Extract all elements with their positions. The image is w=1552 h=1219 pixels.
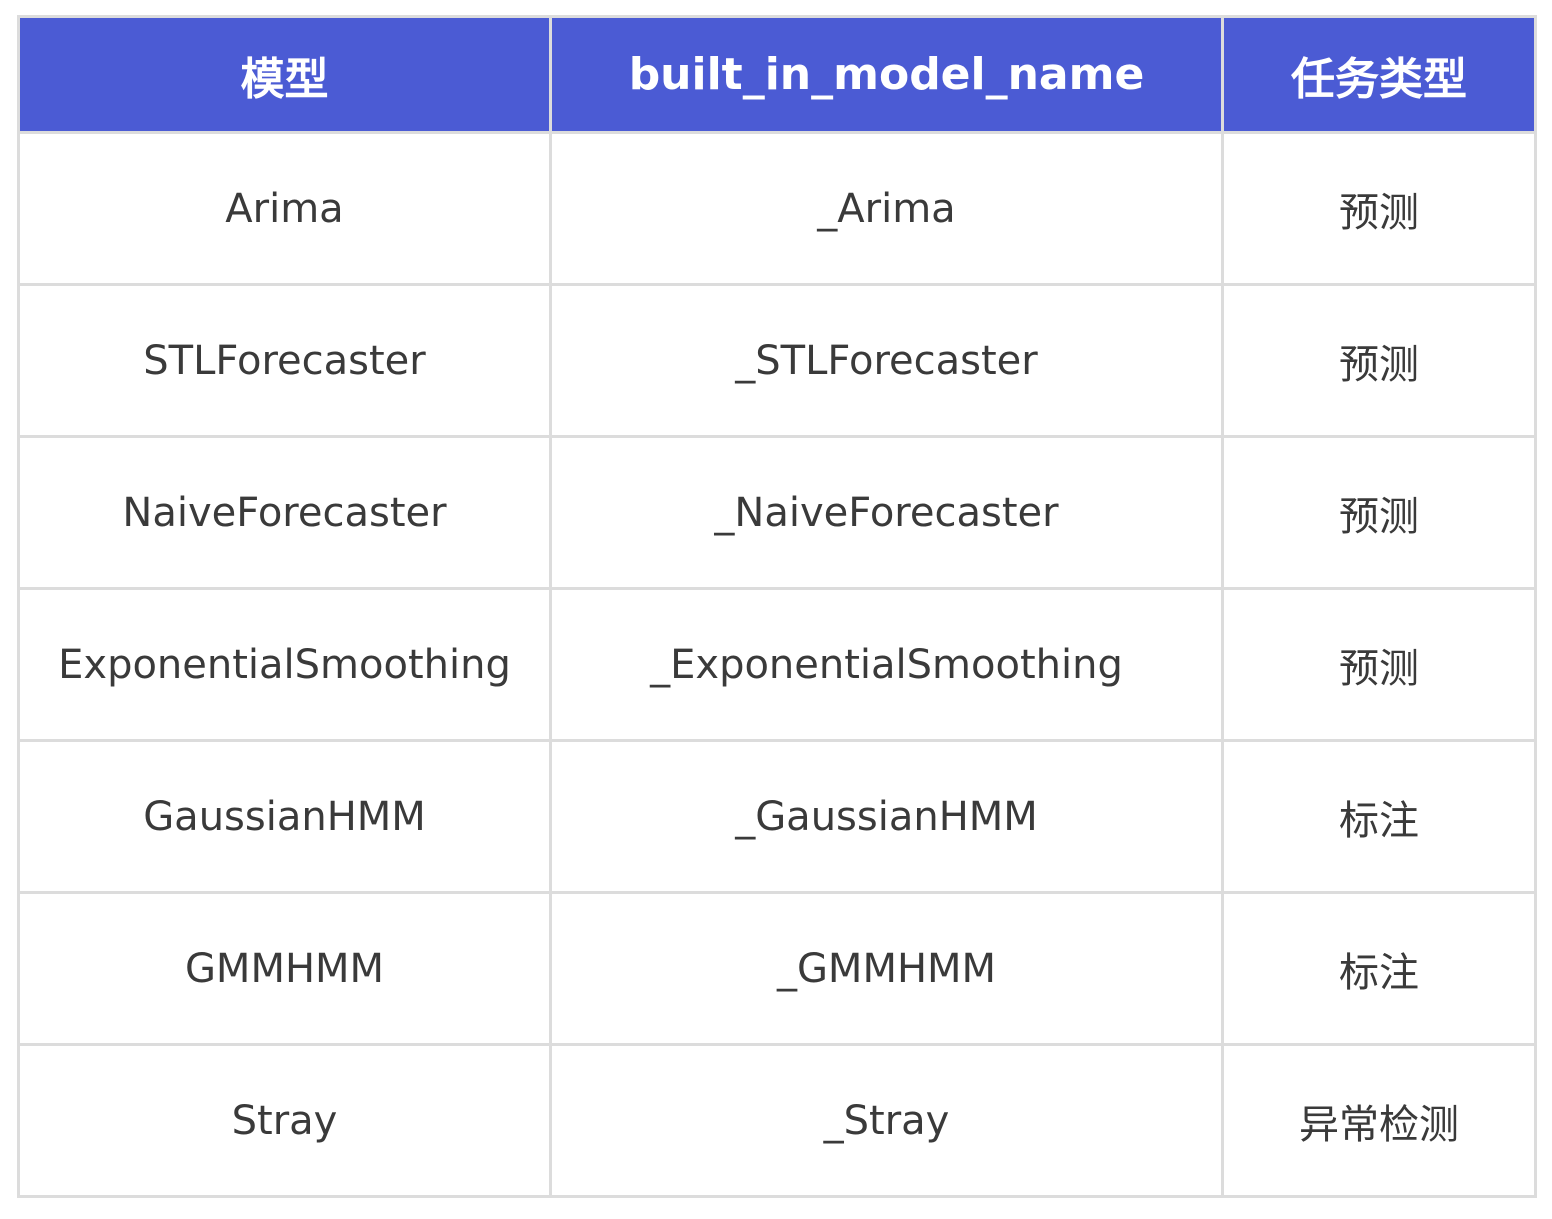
header-row: 模型 built_in_model_name 任务类型: [17, 15, 1537, 134]
table-row: Arima _Arima 预测: [17, 131, 1537, 286]
table-row: ExponentialSmoothing _ExponentialSmoothi…: [17, 587, 1537, 742]
models-table: 模型 built_in_model_name 任务类型 Arima _Arima…: [17, 15, 1537, 1198]
cell-task-type: 标注: [1221, 891, 1537, 1046]
cell-built-in-model-name: _GMMHMM: [549, 891, 1224, 1046]
cell-task-type: 预测: [1221, 131, 1537, 286]
cell-model: GaussianHMM: [17, 739, 552, 894]
cell-model: ExponentialSmoothing: [17, 587, 552, 742]
cell-built-in-model-name: _GaussianHMM: [549, 739, 1224, 894]
cell-task-type: 预测: [1221, 283, 1537, 438]
cell-model: STLForecaster: [17, 283, 552, 438]
table-body: Arima _Arima 预测 STLForecaster _STLForeca…: [17, 131, 1537, 1198]
header-task-type: 任务类型: [1221, 15, 1537, 134]
header-model: 模型: [17, 15, 552, 134]
table-row: GMMHMM _GMMHMM 标注: [17, 891, 1537, 1046]
cell-model: GMMHMM: [17, 891, 552, 1046]
table-row: GaussianHMM _GaussianHMM 标注: [17, 739, 1537, 894]
table-row: Stray _Stray 异常检测: [17, 1043, 1537, 1198]
cell-built-in-model-name: _Arima: [549, 131, 1224, 286]
cell-task-type: 预测: [1221, 587, 1537, 742]
table-row: STLForecaster _STLForecaster 预测: [17, 283, 1537, 438]
table-header: 模型 built_in_model_name 任务类型: [17, 15, 1537, 134]
cell-model: Arima: [17, 131, 552, 286]
cell-task-type: 异常检测: [1221, 1043, 1537, 1198]
table-row: NaiveForecaster _NaiveForecaster 预测: [17, 435, 1537, 590]
cell-task-type: 标注: [1221, 739, 1537, 894]
header-built-in-model-name: built_in_model_name: [549, 15, 1224, 134]
cell-built-in-model-name: _NaiveForecaster: [549, 435, 1224, 590]
cell-built-in-model-name: _ExponentialSmoothing: [549, 587, 1224, 742]
cell-built-in-model-name: _Stray: [549, 1043, 1224, 1198]
cell-task-type: 预测: [1221, 435, 1537, 590]
cell-model: NaiveForecaster: [17, 435, 552, 590]
cell-built-in-model-name: _STLForecaster: [549, 283, 1224, 438]
cell-model: Stray: [17, 1043, 552, 1198]
